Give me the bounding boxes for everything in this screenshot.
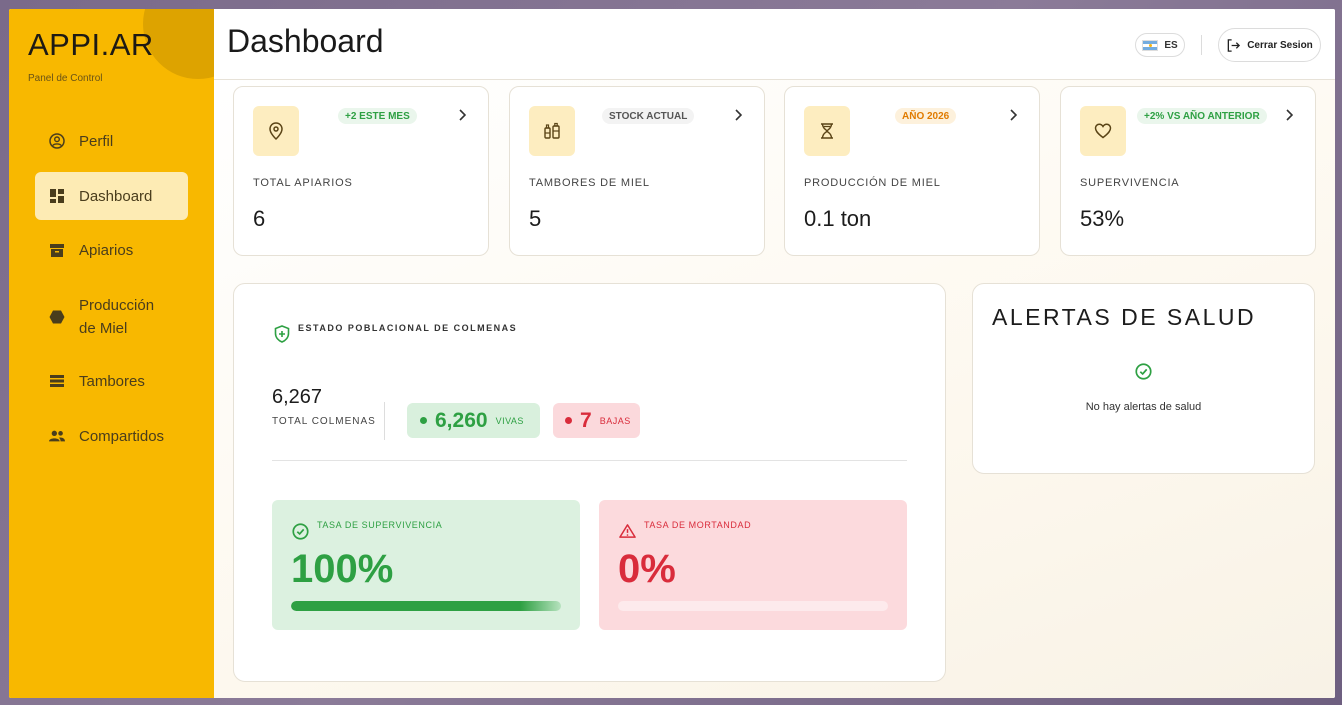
- stat-label: TOTAL APIARIOS: [253, 177, 353, 189]
- chevron-right-icon[interactable]: [458, 109, 466, 121]
- stat-card-supervivencia[interactable]: +2% VS AÑO ANTERIOR SUPERVIVENCIA 53%: [1060, 86, 1316, 256]
- stat-card-apiarios[interactable]: +2 ESTE MES TOTAL APIARIOS 6: [233, 86, 489, 256]
- stat-card-tambores[interactable]: STOCK ACTUAL TAMBORES DE MIEL 5: [509, 86, 765, 256]
- warning-triangle-icon: [619, 524, 636, 538]
- sidebar-item-dashboard[interactable]: Dashboard: [35, 172, 188, 220]
- hourglass-icon: [804, 106, 850, 156]
- survival-progress-track: [291, 601, 561, 611]
- survival-rate-value: 100%: [291, 547, 394, 591]
- brand-subtitle: Panel de Control: [28, 73, 103, 84]
- chevron-right-icon[interactable]: [1009, 109, 1017, 121]
- stats-divider: [384, 402, 385, 440]
- sidebar-item-label: Apiarios: [79, 241, 134, 259]
- mortality-rate-card: TASA DE MORTANDAD 0%: [599, 500, 907, 630]
- dead-pill: 7 BAJAS: [553, 403, 640, 438]
- alive-value: 6,260: [435, 408, 488, 432]
- sidebar-item-label: Compartidos: [79, 427, 165, 445]
- alive-dot-icon: [420, 417, 427, 424]
- no-alerts-text: No hay alertas de salud: [1085, 401, 1202, 413]
- stat-badge: +2 ESTE MES: [338, 108, 417, 124]
- total-colmenas-label: TOTAL COLMENAS: [272, 416, 376, 427]
- app-window: APPI.AR Panel de Control Perfil Dashboar…: [9, 9, 1335, 698]
- stat-badge: +2% VS AÑO ANTERIOR: [1137, 108, 1267, 124]
- dead-label: BAJAS: [599, 415, 631, 426]
- bottles-icon: [529, 106, 575, 156]
- check-circle-icon: [1135, 363, 1152, 380]
- stat-value: 0.1 ton: [804, 206, 872, 231]
- section-divider: [272, 460, 907, 461]
- survival-rate-label: TASA DE SUPERVIVENCIA: [317, 520, 443, 530]
- heart-icon: [1080, 106, 1126, 156]
- dead-value: 7: [580, 408, 592, 432]
- sidebar-item-label: Dashboard: [79, 187, 153, 205]
- logout-label: Cerrar Sesion: [1247, 39, 1313, 51]
- list-icon: [49, 373, 65, 389]
- population-card: ESTADO POBLACIONAL DE COLMENAS 6,267 TOT…: [233, 283, 946, 682]
- stat-value: 53%: [1080, 206, 1125, 231]
- header-divider: [1201, 35, 1202, 55]
- logout-button[interactable]: Cerrar Sesion: [1218, 28, 1321, 62]
- mortality-rate-label: TASA DE MORTANDAD: [644, 520, 752, 530]
- sidebar-item-compartidos[interactable]: Compartidos: [35, 412, 188, 460]
- chevron-right-icon[interactable]: [1285, 109, 1293, 121]
- shield-plus-icon: [274, 325, 290, 343]
- alive-pill: 6,260 VIVAS: [407, 403, 540, 438]
- user-circle-icon: [49, 133, 65, 149]
- stat-label: PRODUCCIÓN DE MIEL: [804, 177, 941, 189]
- survival-progress-fill: [291, 601, 561, 611]
- stat-badge: STOCK ACTUAL: [602, 108, 695, 124]
- logout-icon: [1227, 38, 1241, 52]
- stat-value: 5: [529, 206, 542, 231]
- health-alerts-card: ALERTAS DE SALUD No hay alertas de salud: [972, 283, 1315, 474]
- sidebar-item-perfil[interactable]: Perfil: [35, 117, 188, 165]
- hexagon-icon: [49, 309, 65, 325]
- survival-rate-card: TASA DE SUPERVIVENCIA 100%: [272, 500, 580, 630]
- alerts-title: ALERTAS DE SALUD: [992, 304, 1257, 330]
- sidebar-item-apiarios[interactable]: Apiarios: [35, 226, 188, 274]
- sidebar-item-tambores[interactable]: Tambores: [35, 357, 188, 405]
- archive-box-icon: [49, 242, 65, 258]
- brand-logo: APPI.AR: [28, 27, 154, 62]
- language-selector[interactable]: ES: [1135, 33, 1185, 57]
- stat-label: TAMBORES DE MIEL: [529, 177, 650, 189]
- sidebar-item-produccion[interactable]: Producción de Miel: [35, 292, 188, 342]
- chevron-right-icon[interactable]: [734, 109, 742, 121]
- stat-badge: AÑO 2026: [895, 108, 957, 124]
- sidebar-item-label: Tambores: [79, 372, 145, 390]
- mortality-rate-value: 0%: [618, 547, 676, 591]
- location-pin-icon: [253, 106, 299, 156]
- population-title: ESTADO POBLACIONAL DE COLMENAS: [298, 323, 518, 333]
- dead-dot-icon: [565, 417, 572, 424]
- argentina-flag-icon: [1142, 39, 1159, 51]
- check-circle-icon: [292, 523, 309, 540]
- dashboard-icon: [49, 188, 65, 204]
- sidebar-item-label: Producción de Miel: [79, 297, 155, 337]
- mortality-progress-track: [618, 601, 888, 611]
- people-icon: [49, 428, 65, 444]
- total-colmenas-value: 6,267: [272, 386, 323, 408]
- sidebar-item-label: Perfil: [79, 132, 114, 150]
- page-title: Dashboard: [227, 23, 384, 59]
- language-code: ES: [1164, 39, 1178, 51]
- alive-label: VIVAS: [495, 415, 524, 426]
- top-header: Dashboard ES Cerrar Sesion: [214, 9, 1335, 80]
- stat-card-produccion[interactable]: AÑO 2026 PRODUCCIÓN DE MIEL 0.1 ton: [784, 86, 1040, 256]
- stat-value: 6: [253, 206, 266, 231]
- stat-label: SUPERVIVENCIA: [1080, 177, 1180, 189]
- sidebar: APPI.AR Panel de Control Perfil Dashboar…: [9, 9, 214, 698]
